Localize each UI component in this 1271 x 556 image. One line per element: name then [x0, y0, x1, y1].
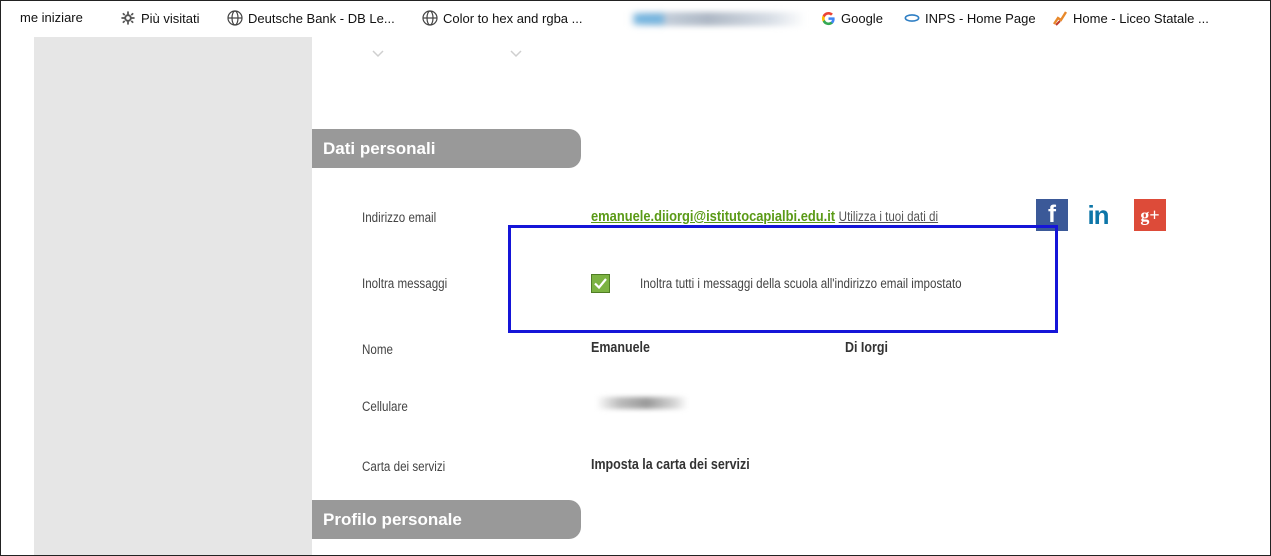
first-name-value: Emanuele [591, 340, 650, 356]
google-icon [820, 10, 836, 26]
linkedin-icon[interactable]: in [1082, 199, 1114, 231]
bookmark-getting-started[interactable]: me iniziare [20, 10, 83, 25]
last-name-value: Di Iorgi [845, 340, 888, 356]
set-services-link[interactable]: Imposta la carta dei servizi [591, 457, 750, 473]
globe-icon [227, 10, 243, 26]
section-title: Profilo personale [323, 509, 462, 529]
bookmark-google[interactable]: Google [820, 10, 883, 26]
section-header-profilo-personale: Profilo personale [312, 500, 581, 539]
redacted-phone-value [596, 397, 688, 409]
bookmark-color-to-hex[interactable]: Color to hex and rgba ... [422, 10, 582, 26]
caret-down-icon [372, 50, 384, 58]
email-link[interactable]: emanuele.diiorgi@istitutocapialbi.edu.it [591, 208, 835, 225]
phone-label: Cellulare [362, 399, 408, 414]
highlight-box [508, 225, 1058, 333]
section-title: Dati personali [323, 138, 436, 158]
bookmark-label: Più visitati [141, 10, 200, 26]
bookmark-label: Google [841, 10, 883, 26]
email-use-data-note[interactable]: Utilizza i tuoi dati di [839, 209, 938, 224]
bookmark-inps[interactable]: INPS - Home Page [904, 10, 1036, 26]
bookmark-label: Home - Liceo Statale ... [1073, 10, 1209, 26]
bookmark-label: INPS - Home Page [925, 10, 1036, 26]
redacted-bookmark[interactable] [628, 12, 806, 26]
bookmark-label: Color to hex and rgba ... [443, 10, 583, 26]
bookmark-liceo[interactable]: Home - Liceo Statale ... [1052, 10, 1209, 26]
bookmark-most-visited[interactable]: Più visitati [120, 10, 200, 26]
services-label: Carta dei servizi [362, 459, 446, 474]
gear-icon [120, 10, 136, 26]
bookmark-label: Deutsche Bank - DB Le... [248, 10, 395, 26]
caret-down-icon [510, 50, 522, 58]
googleplus-icon[interactable]: g+ [1134, 199, 1166, 231]
email-label: Indirizzo email [362, 210, 437, 225]
section-header-dati-personali: Dati personali [312, 129, 581, 168]
globe-icon [422, 10, 438, 26]
forward-messages-label: Inoltra messaggi [362, 276, 448, 291]
bookmarks-toolbar: me iniziare Più visitati Deutsche Bank -… [0, 0, 1271, 37]
bookmark-label: me iniziare [20, 10, 83, 25]
page-left-margin [0, 37, 34, 556]
inps-icon [904, 10, 920, 26]
bookmark-deutsche-bank[interactable]: Deutsche Bank - DB Le... [227, 10, 395, 26]
name-label: Nome [362, 342, 393, 357]
liceo-icon [1052, 10, 1068, 26]
email-value-container: emanuele.diiorgi@istitutocapialbi.edu.it… [591, 208, 938, 225]
sidebar [34, 37, 312, 556]
